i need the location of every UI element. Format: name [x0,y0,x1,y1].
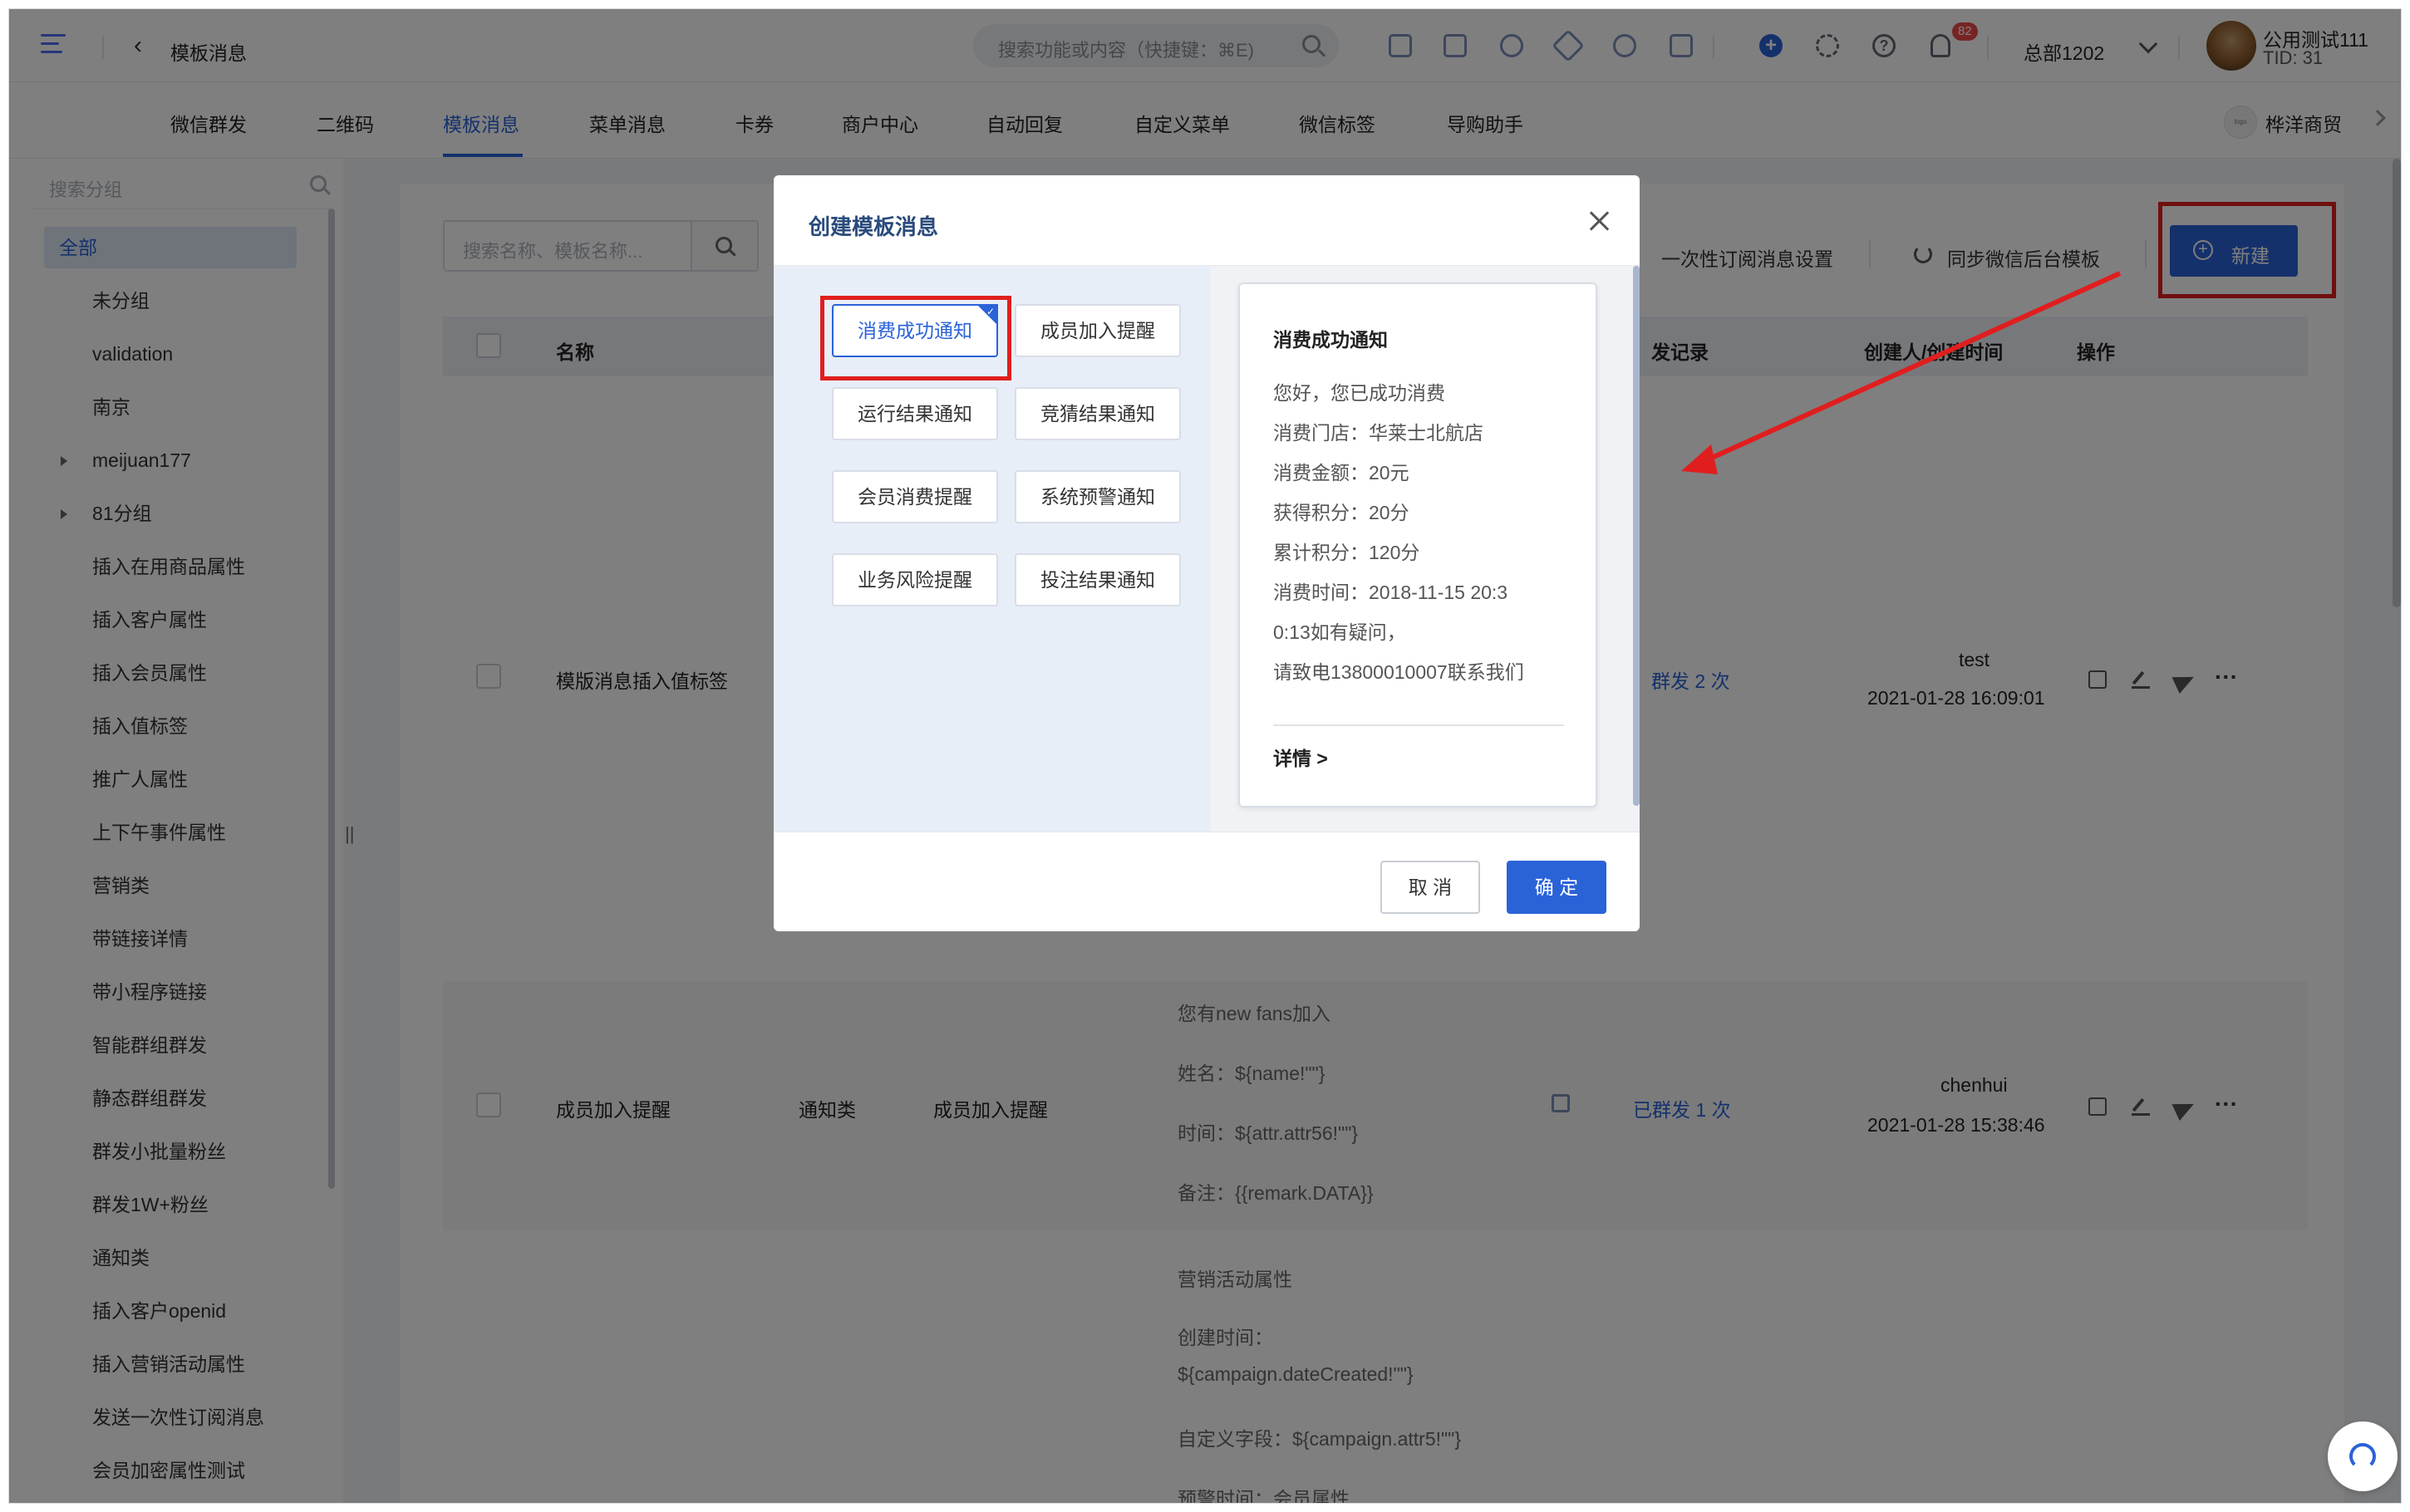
preview-scrollbar[interactable] [1633,266,1640,806]
cancel-button[interactable]: 取 消 [1380,861,1480,914]
preview-title: 消费成功通知 [1273,329,1388,351]
template-option[interactable]: 业务风险提醒 [832,553,998,606]
preview-line: 消费时间：2018-11-15 20:3 [1273,582,1508,603]
app-window: ‹ 模板消息 搜索功能或内容（快捷键：⌘E) + ? 82 总部1202 公用测… [8,8,2402,1504]
headset-icon [2349,1443,2376,1470]
dialog-body: 消费成功通知 ✓ 成员加入提醒 运行结果通知 竞猜结果通知 会员消费提醒 系统预… [774,265,1640,832]
annotation-highlight-box [820,296,1011,380]
create-template-dialog: 创建模板消息 消费成功通知 ✓ 成员加入提醒 运行结果通知 竞猜结果通知 会员消… [774,175,1640,931]
template-preview-area: 消费成功通知 您好，您已成功消费 消费门店：华莱士北航店 消费金额：20元 获得… [1210,266,1640,832]
preview-line: 消费门店：华莱士北航店 [1273,422,1483,444]
preview-detail-link: 详情 > [1273,748,1328,769]
dialog-footer: 取 消 确 定 [774,832,1640,931]
dialog-title: 创建模板消息 [809,214,939,239]
preview-line: 消费金额：20元 [1273,462,1409,484]
divider [1273,724,1564,726]
template-list: 消费成功通知 ✓ 成员加入提醒 运行结果通知 竞猜结果通知 会员消费提醒 系统预… [774,266,1210,832]
template-option[interactable]: 会员消费提醒 [832,470,998,523]
close-icon[interactable] [1586,209,1611,233]
template-preview-card: 消费成功通知 您好，您已成功消费 消费门店：华莱士北航店 消费金额：20元 获得… [1238,282,1597,808]
template-option[interactable]: 投注结果通知 [1015,553,1181,606]
confirm-button[interactable]: 确 定 [1507,861,1606,914]
preview-line: 请致电13800010007联系我们 [1273,661,1524,683]
preview-line: 累计积分：120分 [1273,542,1420,563]
template-option[interactable]: 竞猜结果通知 [1015,387,1181,440]
template-option[interactable]: 系统预警通知 [1015,470,1181,523]
preview-line: 0:13如有疑问， [1273,621,1406,643]
customer-support-button[interactable] [2328,1421,2398,1491]
template-option[interactable]: 成员加入提醒 [1015,304,1181,357]
template-option[interactable]: 运行结果通知 [832,387,998,440]
preview-line: 您好，您已成功消费 [1273,382,1445,404]
preview-line: 获得积分：20分 [1273,502,1409,523]
